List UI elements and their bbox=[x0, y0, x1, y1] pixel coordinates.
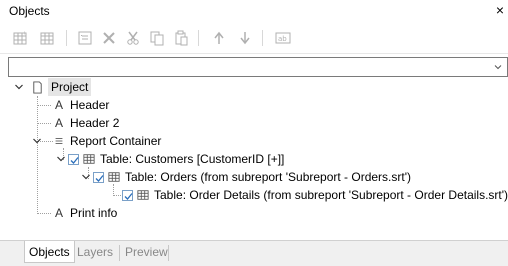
tab-separator bbox=[168, 245, 169, 261]
chevron-down-icon[interactable] bbox=[14, 82, 24, 92]
visibility-checkbox[interactable] bbox=[68, 153, 79, 165]
tree-guide-line bbox=[37, 96, 38, 214]
tree-node-report-container[interactable]: Report Container bbox=[52, 132, 161, 150]
copy-icon[interactable] bbox=[148, 29, 166, 47]
tree-node-label: Report Container bbox=[70, 134, 162, 148]
panel-title: Objects bbox=[9, 4, 50, 18]
tree-node-label: Header 2 bbox=[70, 116, 120, 130]
text-a-icon: A bbox=[54, 98, 63, 112]
move-down-icon[interactable] bbox=[236, 29, 254, 47]
tree-guide-line bbox=[113, 195, 121, 196]
tab-separator bbox=[119, 245, 120, 261]
tree-node-header-2[interactable]: A Header 2 bbox=[52, 114, 119, 132]
object-tree: Project A Header A Header 2 Report Conta… bbox=[0, 78, 508, 238]
tab-preview[interactable]: Preview bbox=[121, 241, 172, 263]
toolbar-separator bbox=[262, 30, 263, 46]
toolbar-separator bbox=[198, 30, 199, 46]
table-icon bbox=[107, 170, 121, 184]
cut-icon[interactable] bbox=[124, 29, 142, 47]
tree-node-table-order-details[interactable]: Table: Order Details (from subreport 'Su… bbox=[122, 186, 508, 204]
tree-node-label: Table: Order Details (from subreport 'Su… bbox=[154, 188, 508, 202]
bottom-tab-bar: Objects Layers Preview bbox=[0, 240, 508, 266]
tree-node-label: Table: Customers [CustomerID [+]] bbox=[100, 152, 285, 166]
close-icon[interactable]: × bbox=[496, 2, 504, 18]
chevron-down-icon[interactable] bbox=[32, 136, 42, 146]
panel-titlebar: Objects × bbox=[0, 0, 508, 22]
tree-node-print-info[interactable]: A Print info bbox=[52, 204, 117, 222]
tree-guide-line bbox=[37, 123, 51, 124]
page-icon bbox=[30, 80, 44, 94]
toolbar: + ab bbox=[0, 22, 508, 54]
tree-node-label: Project bbox=[48, 78, 92, 96]
text-a-icon: A bbox=[54, 206, 63, 220]
tree-guide-line bbox=[37, 105, 51, 106]
svg-text:+: + bbox=[23, 31, 27, 37]
tab-objects[interactable]: Objects bbox=[24, 241, 75, 263]
text-a-icon: A bbox=[54, 116, 63, 130]
tree-node-table-customers[interactable]: Table: Customers [CustomerID [+]] bbox=[68, 150, 284, 168]
chevron-down-icon[interactable] bbox=[491, 60, 505, 74]
table-icon bbox=[82, 152, 96, 166]
rename-icon[interactable]: ab bbox=[274, 29, 292, 47]
tree-node-label: Print info bbox=[70, 206, 118, 220]
move-up-icon[interactable] bbox=[210, 29, 228, 47]
chevron-down-icon[interactable] bbox=[56, 154, 66, 164]
tree-guide-line bbox=[37, 213, 51, 214]
paste-icon[interactable] bbox=[172, 29, 190, 47]
visibility-checkbox[interactable] bbox=[93, 171, 104, 183]
table-icon bbox=[136, 188, 150, 202]
delete-icon[interactable] bbox=[100, 29, 118, 47]
toolbar-separator bbox=[66, 30, 67, 46]
tree-node-table-orders[interactable]: Table: Orders (from subreport 'Subreport… bbox=[93, 168, 411, 186]
insert-table-icon[interactable]: + bbox=[11, 29, 29, 47]
object-selector-combo[interactable] bbox=[8, 57, 508, 77]
tab-layers[interactable]: Layers bbox=[73, 241, 117, 263]
properties-icon[interactable] bbox=[76, 29, 94, 47]
tree-node-label: Header bbox=[70, 98, 110, 112]
visibility-checkbox[interactable] bbox=[122, 189, 133, 201]
list-icon bbox=[52, 134, 66, 148]
tree-node-project[interactable]: Project bbox=[30, 78, 92, 96]
insert-table-2-icon[interactable] bbox=[38, 29, 56, 47]
chevron-down-icon[interactable] bbox=[81, 172, 91, 182]
svg-text:ab: ab bbox=[278, 35, 287, 43]
tree-node-label: Table: Orders (from subreport 'Subreport… bbox=[125, 170, 412, 184]
tree-node-header[interactable]: A Header bbox=[52, 96, 109, 114]
